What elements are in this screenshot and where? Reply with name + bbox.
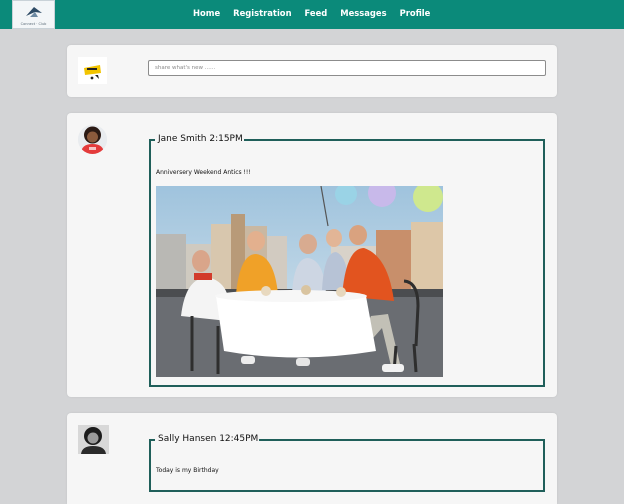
post-author-time: Jane Smith 2:15PM xyxy=(157,134,244,144)
composer-card xyxy=(67,45,557,97)
post-card: Jane Smith 2:15PM Anniversery Weekend An… xyxy=(67,113,557,397)
post-content-box: Sally Hansen 12:45PM Today is my Birthda… xyxy=(149,434,545,492)
post-text: Today is my Birthday xyxy=(156,467,219,474)
post-author-time: Sally Hansen 12:45PM xyxy=(157,434,260,444)
post-text: Anniversery Weekend Antics !!! xyxy=(156,169,251,176)
logo-bird-icon xyxy=(26,7,42,17)
post-content-box: Jane Smith 2:15PM Anniversery Weekend An… xyxy=(149,134,545,387)
nav-registration[interactable]: Registration xyxy=(233,8,291,18)
nav-profile[interactable]: Profile xyxy=(400,8,431,18)
author-avatar[interactable] xyxy=(78,125,107,154)
author-avatar[interactable] xyxy=(78,425,109,454)
app-logo[interactable]: Connect · Club xyxy=(12,0,55,29)
nav-home[interactable]: Home xyxy=(193,8,220,18)
logo-text: Connect · Club xyxy=(20,22,47,26)
current-user-avatar[interactable] xyxy=(78,57,107,84)
post-card: Sally Hansen 12:45PM Today is my Birthda… xyxy=(67,413,557,504)
top-navbar: Connect · Club Home Registration Feed Me… xyxy=(0,0,624,29)
nav-messages[interactable]: Messages xyxy=(340,8,386,18)
share-input[interactable] xyxy=(148,60,546,76)
nav-feed[interactable]: Feed xyxy=(305,8,328,18)
post-photo[interactable] xyxy=(156,186,443,377)
main-nav: Home Registration Feed Messages Profile xyxy=(193,8,443,18)
